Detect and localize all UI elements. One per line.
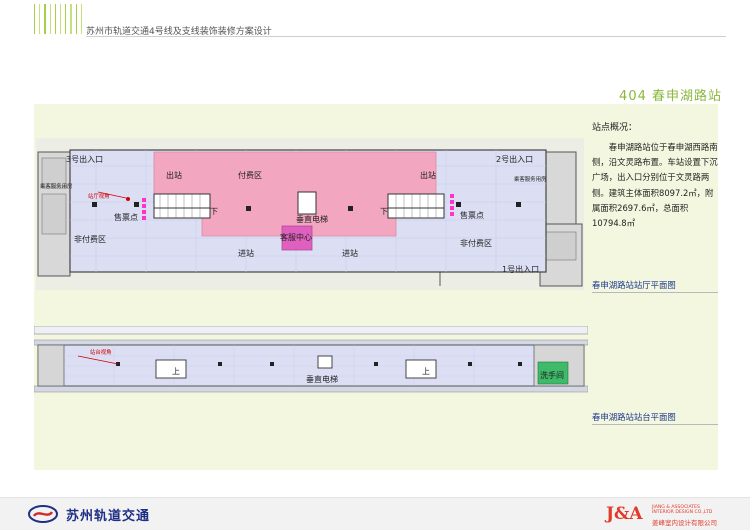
service-center-label: 客服中心	[280, 232, 312, 242]
elevator-label: 垂直电梯	[296, 214, 328, 224]
ticket-point-left-label: 售票点	[114, 212, 138, 222]
paid-area-label: 付费区	[238, 170, 262, 180]
station-title: 404 春申湖路站	[619, 89, 722, 104]
hall-view-label: 站厅视角	[88, 192, 110, 200]
unpaid-area-right-label: 非付费区	[460, 238, 492, 248]
platform-up-right-label: 上	[422, 367, 430, 376]
exit3-label: 3号出入口	[66, 154, 103, 164]
platform-view-label: 站台视角	[90, 348, 112, 356]
unpaid-area-left-label: 非付费区	[74, 234, 106, 244]
header-logo-bars	[34, 4, 83, 34]
service-room-right-label: 乘客服务用房	[514, 175, 546, 183]
platform-elevator-label: 垂直电梯	[306, 374, 338, 384]
platform-caption-divider	[592, 424, 718, 425]
overview-body: 春申湖路站位于春申湖西路南侧，沿文灵路布置。车站设置下沉广场，出入口分别位于文灵…	[592, 142, 718, 229]
exit-out-left-label: 出站	[166, 170, 182, 180]
exit-out-right-label: 出站	[420, 170, 436, 180]
platform-up-left-label: 上	[172, 367, 180, 376]
hall-plan-caption: 春申湖路站站厅平面图	[592, 280, 676, 290]
exit1-label: 1号出入口	[502, 264, 539, 274]
header-divider	[86, 36, 726, 37]
entry-right-label: 进站	[342, 248, 358, 258]
ja-english-line2: INTERIOR DESIGN CO.,LTD	[652, 510, 713, 516]
ja-logo-mark: J&A	[606, 504, 643, 524]
down-right-label: 下	[380, 207, 388, 216]
platform-plan-caption: 春申湖路站站台平面图	[592, 412, 676, 422]
overview-heading: 站点概况：	[592, 123, 638, 133]
service-room-left-label: 乘客服务用房	[40, 182, 72, 190]
hall-caption-divider	[592, 292, 718, 293]
footer-company-name: 苏州轨道交通	[66, 509, 151, 524]
exit2-label: 2号出入口	[496, 154, 533, 164]
down-left-label: 下	[210, 207, 218, 216]
ticket-point-right-label: 售票点	[460, 210, 484, 220]
ja-english-name: JIANG & ASSOCIATES INTERIOR DESIGN CO.,LT…	[652, 505, 712, 515]
station-hall-plan: 3号出入口 2号出入口 乘客服务用房 乘客服务用房 站厅视角 出站 付费区 出站…	[36, 138, 584, 290]
restroom-label: 洗手间	[540, 370, 564, 380]
entry-left-label: 进站	[238, 248, 254, 258]
suzhou-metro-logo-icon	[28, 505, 58, 523]
station-platform-plan: 站台视角 上 上 垂直电梯 洗手间	[34, 326, 588, 393]
ja-chinese-name: 姜峰室内设计有限公司	[652, 519, 717, 527]
